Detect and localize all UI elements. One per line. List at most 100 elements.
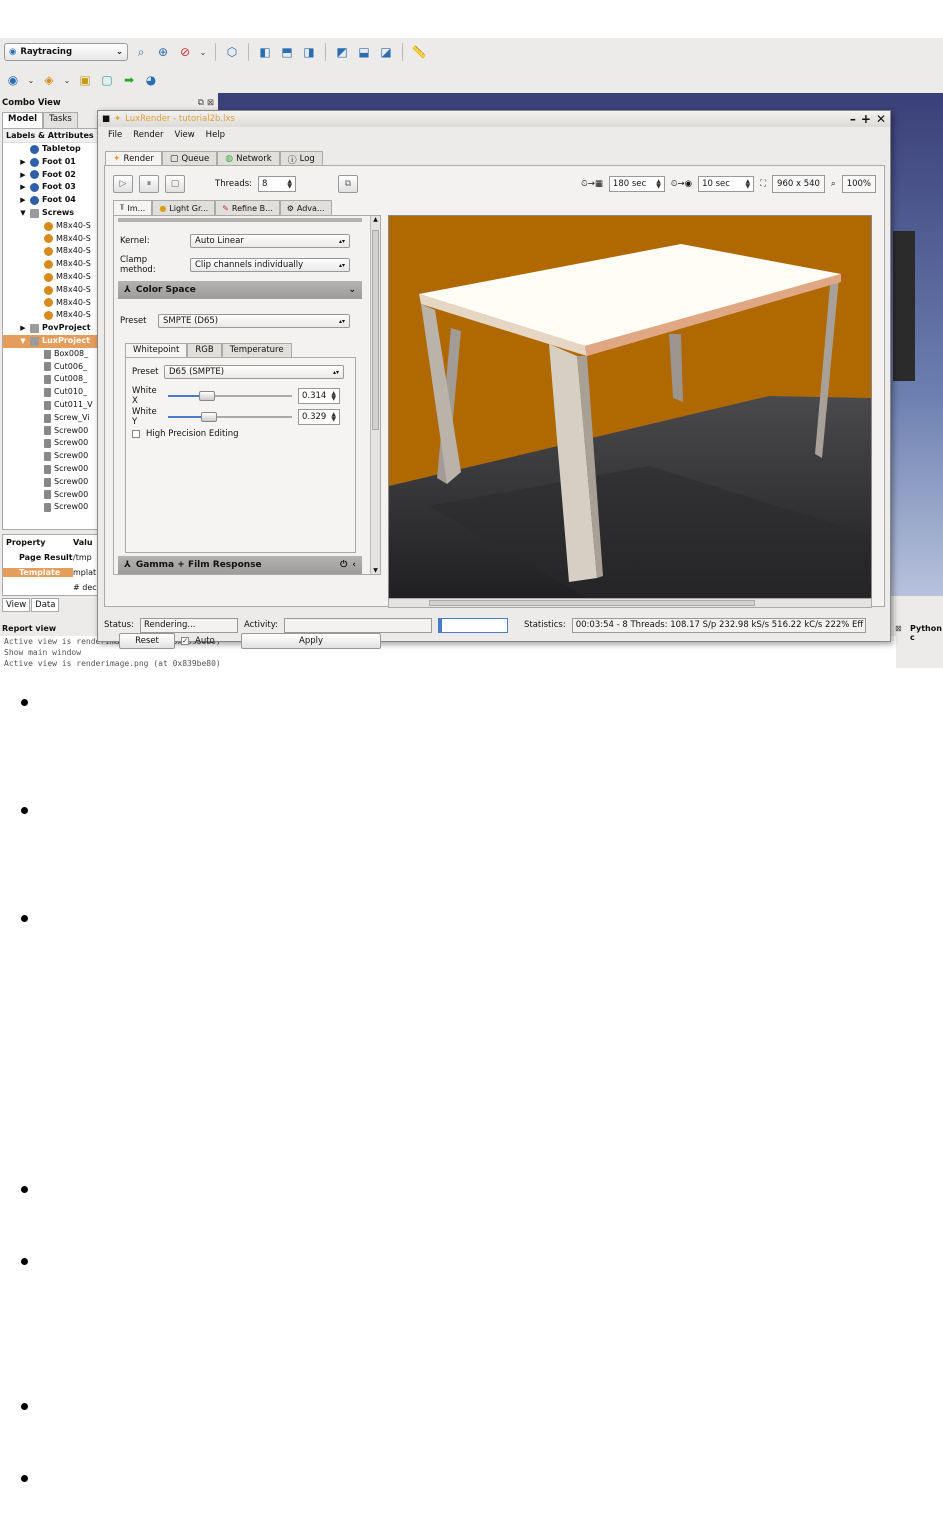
vertical-scrollbar[interactable]: ▲ ▼ bbox=[370, 216, 380, 574]
tree-item[interactable]: Box008_ bbox=[3, 348, 99, 361]
collapse-icon[interactable]: ▼ bbox=[19, 207, 27, 220]
tab-model[interactable]: Model bbox=[2, 112, 44, 128]
tab-temperature[interactable]: Temperature bbox=[221, 343, 292, 357]
tree-item[interactable]: M8x40-S bbox=[3, 284, 99, 297]
scroll-down-icon[interactable]: ▼ bbox=[371, 567, 380, 574]
wp-preset-select[interactable]: D65 (SMPTE) ▴▾ bbox=[164, 365, 344, 379]
bottom-view-icon[interactable]: ⬓ bbox=[355, 43, 373, 61]
window-menu-icon[interactable]: ■ bbox=[102, 114, 110, 124]
property-row[interactable]: # dec bbox=[3, 580, 99, 595]
menu-file[interactable]: File bbox=[108, 130, 122, 140]
property-value[interactable]: /tmp bbox=[73, 553, 99, 562]
model-tree[interactable]: Labels & Attributes Tabletop ▶ Foot 01 ▶ Foo… bbox=[2, 128, 100, 530]
tree-item[interactable]: ▶ Foot 02 bbox=[3, 169, 99, 182]
property-value[interactable]: mplat bbox=[73, 568, 99, 577]
spin-arrows-icon[interactable]: ▲ ▼ bbox=[331, 412, 336, 423]
spin-arrows-icon[interactable]: ▲ ▼ bbox=[331, 391, 336, 402]
new-project-icon[interactable]: ◉ bbox=[4, 71, 22, 89]
menu-help[interactable]: Help bbox=[206, 130, 225, 140]
tree-item[interactable]: M8x40-S bbox=[3, 271, 99, 284]
tab-imaging[interactable]: ⫪ Im... bbox=[113, 200, 153, 215]
tree-item[interactable]: Screw00 bbox=[3, 501, 99, 514]
tree-item[interactable]: M8x40-S bbox=[3, 258, 99, 271]
tree-item[interactable]: ▼ Screws bbox=[3, 207, 99, 220]
render-preview[interactable] bbox=[388, 215, 872, 601]
top-view-icon[interactable]: ⬒ bbox=[278, 43, 296, 61]
tab-render[interactable]: ✦ Render bbox=[105, 151, 162, 166]
tree-item[interactable]: Cut011_V bbox=[3, 399, 99, 412]
tree-item[interactable]: Tabletop bbox=[3, 143, 99, 156]
slider-handle[interactable] bbox=[200, 412, 217, 422]
rear-view-icon[interactable]: ◩ bbox=[333, 43, 351, 61]
tree-item[interactable]: ▶ Foot 03 bbox=[3, 181, 99, 194]
chevron-down-icon[interactable]: ⌄ bbox=[198, 43, 208, 61]
render-icon[interactable]: ▢ bbox=[98, 71, 116, 89]
halt-time-spinbox[interactable]: 180 sec ▲ ▼ bbox=[608, 176, 665, 192]
tab-rgb[interactable]: RGB bbox=[187, 343, 222, 357]
tab-whitepoint[interactable]: Whitepoint bbox=[125, 343, 188, 357]
color-space-header[interactable]: ⅄ Color Space ⌄ bbox=[118, 281, 362, 299]
export-icon[interactable]: ▣ bbox=[76, 71, 94, 89]
tab-tasks[interactable]: Tasks bbox=[43, 112, 78, 128]
white-x-slider[interactable] bbox=[168, 390, 292, 402]
tree-item[interactable]: ▶ PovProject bbox=[3, 322, 99, 335]
property-view[interactable]: Property Valu Page Result /tmp Template … bbox=[2, 534, 100, 596]
tree-item[interactable]: Screw00 bbox=[3, 437, 99, 450]
measure-icon[interactable]: 📏 bbox=[410, 43, 428, 61]
tab-advanced[interactable]: ⚙ Adva... bbox=[279, 200, 332, 215]
tab-data[interactable]: Data bbox=[31, 598, 60, 612]
property-row[interactable]: Template mplat bbox=[3, 565, 99, 580]
float-icon[interactable]: ⧉ bbox=[198, 98, 204, 108]
threads-spinbox[interactable]: 8 ▲ ▼ bbox=[258, 176, 297, 192]
chevron-left-icon[interactable]: ‹ bbox=[352, 560, 356, 570]
draw-style-icon[interactable]: ⊘ bbox=[176, 43, 194, 61]
expand-icon[interactable]: ▶ bbox=[19, 181, 27, 194]
tree-item[interactable]: M8x40-S bbox=[3, 220, 99, 233]
reset-button[interactable]: Reset bbox=[119, 633, 175, 649]
tree-item[interactable]: M8x40-S bbox=[3, 233, 99, 246]
power-icon[interactable]: ⏻ bbox=[340, 560, 347, 570]
close-icon[interactable]: ⊠ bbox=[895, 624, 902, 633]
tab-log[interactable]: ⓘ Log bbox=[279, 151, 323, 166]
close-icon[interactable]: ✕ bbox=[876, 112, 886, 126]
tree-item[interactable]: Screw00 bbox=[3, 450, 99, 463]
white-y-slider[interactable] bbox=[168, 411, 292, 423]
slider-handle[interactable] bbox=[198, 391, 215, 401]
scrollbar-thumb[interactable] bbox=[429, 600, 755, 606]
expand-icon[interactable]: ▶ bbox=[19, 169, 27, 182]
expand-icon[interactable]: ▶ bbox=[19, 322, 27, 335]
pov-icon[interactable]: ◕ bbox=[142, 71, 160, 89]
scrollbar-thumb[interactable] bbox=[372, 230, 379, 430]
lux-render-icon[interactable]: ➡ bbox=[120, 71, 138, 89]
tab-refine-brush[interactable]: ✎ Refine B... bbox=[215, 200, 280, 215]
auto-checkbox[interactable]: ✓ bbox=[181, 637, 189, 645]
tab-network[interactable]: ◍ Network bbox=[217, 151, 280, 166]
tree-item[interactable]: Screw00 bbox=[3, 489, 99, 502]
left-view-icon[interactable]: ◪ bbox=[377, 43, 395, 61]
tree-item[interactable]: ▼ LuxProject bbox=[3, 334, 99, 348]
close-icon[interactable]: ⊠ bbox=[207, 98, 214, 108]
property-value[interactable]: # dec bbox=[73, 583, 99, 592]
play-icon[interactable]: ▷ bbox=[113, 175, 133, 193]
gamma-header[interactable]: ⅄ Gamma + Film Response ⏻ ‹ bbox=[118, 556, 362, 574]
tree-item[interactable]: Screw_Vi bbox=[3, 412, 99, 425]
menu-view[interactable]: View bbox=[175, 130, 195, 140]
zoom-fit-icon[interactable]: ⌕ bbox=[132, 43, 150, 61]
tree-item[interactable]: M8x40-S bbox=[3, 297, 99, 310]
clamp-select[interactable]: Clip channels individually ▴▾ bbox=[190, 258, 350, 272]
chevron-down-icon[interactable]: ⌄ bbox=[62, 71, 72, 89]
chevron-down-icon[interactable]: ⌄ bbox=[348, 285, 356, 295]
tree-item[interactable]: Cut006_ bbox=[3, 361, 99, 374]
white-y-spinbox[interactable]: 0.329 ▲ ▼ bbox=[298, 409, 340, 425]
tree-item[interactable]: ▶ Foot 04 bbox=[3, 194, 99, 207]
apply-button[interactable]: Apply bbox=[241, 633, 381, 649]
tree-item[interactable]: M8x40-S bbox=[3, 245, 99, 258]
scroll-up-icon[interactable]: ▲ bbox=[371, 216, 380, 223]
minimize-icon[interactable]: – bbox=[850, 112, 856, 126]
spin-arrows-icon[interactable]: ▲ ▼ bbox=[745, 179, 750, 190]
resolution-display[interactable]: 960 x 540 bbox=[772, 175, 825, 193]
tree-item[interactable]: Cut008_ bbox=[3, 373, 99, 386]
right-view-icon[interactable]: ◨ bbox=[300, 43, 318, 61]
tab-queue[interactable]: ▢ Queue bbox=[161, 151, 218, 166]
workbench-selector[interactable]: ◉ Raytracing ⌄ bbox=[4, 43, 128, 61]
